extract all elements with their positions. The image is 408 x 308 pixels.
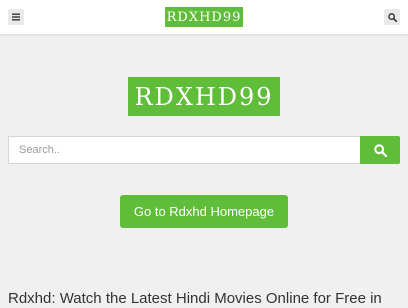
search-input[interactable] (8, 136, 360, 164)
page-headline: Rdxhd: Watch the Latest Hindi Movies Onl… (8, 290, 382, 307)
site-logo-large[interactable]: RDXHD99 (128, 77, 280, 116)
menu-button[interactable] (8, 9, 24, 25)
search-form (8, 136, 400, 164)
bars-icon (12, 13, 20, 21)
top-navbar: RDXHD99 (0, 0, 408, 35)
site-logo-small[interactable]: RDXHD99 (165, 7, 243, 27)
search-icon (387, 12, 397, 22)
search-icon (373, 143, 387, 157)
go-to-homepage-button[interactable]: Go to Rdxhd Homepage (120, 195, 288, 228)
header-search-button[interactable] (384, 9, 400, 25)
search-submit-button[interactable] (360, 136, 400, 164)
